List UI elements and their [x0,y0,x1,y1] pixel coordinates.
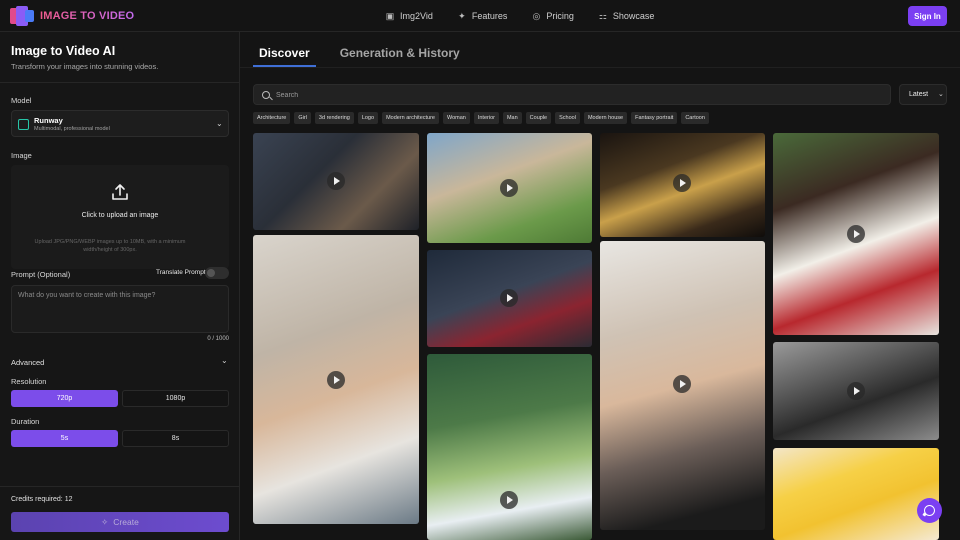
sidebar-title: Image to Video AI [11,44,116,58]
sort-value: Latest [909,91,929,98]
video-thumb-zombie-theater[interactable] [600,133,765,237]
nav-link-label: Features [471,11,508,21]
top-nav: IMAGE TO VIDEO ▣ Img2Vid ✦ Features ◎ Pr… [0,0,960,32]
video-thumb-blonde-woman-black-top[interactable] [600,241,765,530]
create-button[interactable]: ✧ Create [11,512,229,532]
chevron-down-icon: ⌄ [938,91,944,98]
tag-chip[interactable]: Girl [294,112,311,124]
video-thumb-boy-reading[interactable] [253,133,419,230]
nav-link-img2vid[interactable]: ▣ Img2Vid [385,11,433,22]
duration-label: Duration [11,417,40,426]
divider [0,82,239,83]
chat-support-button[interactable] [917,498,942,523]
play-icon [327,172,345,190]
tab-generation-history[interactable]: Generation & History [340,46,460,60]
play-icon [327,371,345,389]
play-icon [847,382,865,400]
play-icon [673,174,691,192]
play-icon [847,225,865,243]
search-input[interactable] [276,88,876,102]
video-thumb-cartoon-princess[interactable] [773,448,939,540]
model-select[interactable]: Runway Multimodal, professional model ⌄ [11,110,229,137]
search-bar [253,84,891,105]
credits-required: Credits required: 12 [11,496,73,503]
play-icon [500,491,518,509]
upload-hint: Upload JPG/PNG/WEBP images up to 10MB, w… [34,239,186,253]
nav-link-label: Img2Vid [400,11,433,21]
advanced-label: Advanced [11,358,45,367]
play-icon [500,289,518,307]
resolution-label: Resolution [11,377,47,386]
translate-prompt-toggle[interactable] [205,267,229,279]
tag-chip[interactable]: Modern architecture [382,112,439,124]
play-icon [500,179,518,197]
tag-chip[interactable]: Woman [442,112,470,124]
nav-link-label: Showcase [612,11,655,21]
nav-link-showcase[interactable]: ⚏ Showcase [598,11,655,22]
tag-chip[interactable]: Interior [473,112,499,124]
prompt-char-counter: 0 / 1000 [207,336,229,342]
resolution-option-720p[interactable]: 720p [11,390,118,407]
chevron-down-icon[interactable]: ⌄ [221,356,228,365]
advanced-toggle[interactable]: Advanced [11,358,44,367]
sidebar-subtitle: Transform your images into stunning vide… [11,62,159,71]
tag-chip[interactable]: 3d rendering [314,112,354,124]
tag-chip[interactable]: Logo [357,112,379,124]
model-label: Model [11,96,32,105]
sign-in-button[interactable]: Sign In [908,6,947,26]
video-thumb-white-cartoon-cat[interactable] [427,354,592,540]
image-label: Image [11,151,32,160]
main-tabs: Discover Generation & History [259,46,460,60]
brand-name: IMAGE TO VIDEO [40,10,135,22]
upload-icon [112,184,128,200]
tag-chip[interactable]: Modern house [583,112,628,124]
tabs-divider [240,67,960,68]
runway-logo-icon [18,119,29,130]
video-thumb-blonde-woman-tanktop[interactable] [253,235,419,524]
tag-chip[interactable]: Man [502,112,522,124]
brand-logo[interactable]: IMAGE TO VIDEO [10,6,134,26]
image-icon: ▣ [385,10,395,21]
sparkles-icon: ✦ [458,10,466,21]
prompt-input[interactable] [11,285,229,333]
video-thumb-winged-cartoon-boy[interactable] [427,133,592,243]
nav-link-features[interactable]: ✦ Features [457,10,508,22]
chevron-down-icon: ⌄ [216,119,223,128]
nav-links: ▣ Img2Vid ✦ Features ◎ Pricing ⚏ Showcas… [385,0,655,32]
sparkle-icon: ✧ [101,516,109,527]
sort-select[interactable]: Latest ⌄ [899,84,947,105]
coin-icon: ◎ [532,10,541,21]
sidebar: Image to Video AI Transform your images … [0,32,240,540]
grid-icon: ⚏ [598,10,607,21]
video-thumb-woman-bathtub[interactable] [427,250,592,347]
model-description: Multimodal, professional model [34,126,110,132]
duration-option-5s[interactable]: 5s [11,430,118,447]
upload-text: Click to upload an image [81,212,159,219]
active-tab-indicator [253,65,316,67]
search-icon [262,91,270,99]
model-name: Runway [34,116,63,125]
tag-chip[interactable]: Architecture [253,112,291,124]
divider [0,486,239,487]
tag-chip[interactable]: School [555,112,580,124]
video-thumb-couple-portrait[interactable] [773,133,939,335]
prompt-label: Prompt (Optional) [11,270,71,279]
tag-chip[interactable]: Cartoon [681,112,709,124]
resolution-option-1080p[interactable]: 1080p [122,390,229,407]
tag-chip[interactable]: Couple [525,112,552,124]
nav-link-label: Pricing [546,11,574,21]
duration-option-8s[interactable]: 8s [122,430,229,447]
tag-chip[interactable]: Fantasy portrait [631,112,678,124]
video-thumb-vintage-couple-bw[interactable] [773,342,939,440]
create-button-label: Create [113,517,139,527]
tag-filter-list: Architecture Girl 3d rendering Logo Mode… [253,112,709,124]
play-icon [673,375,691,393]
tab-discover[interactable]: Discover [259,46,310,60]
nav-link-pricing[interactable]: ◎ Pricing [531,10,574,22]
translate-prompt-label: Translate Prompt [156,269,206,276]
logo-mark-icon [10,6,34,26]
